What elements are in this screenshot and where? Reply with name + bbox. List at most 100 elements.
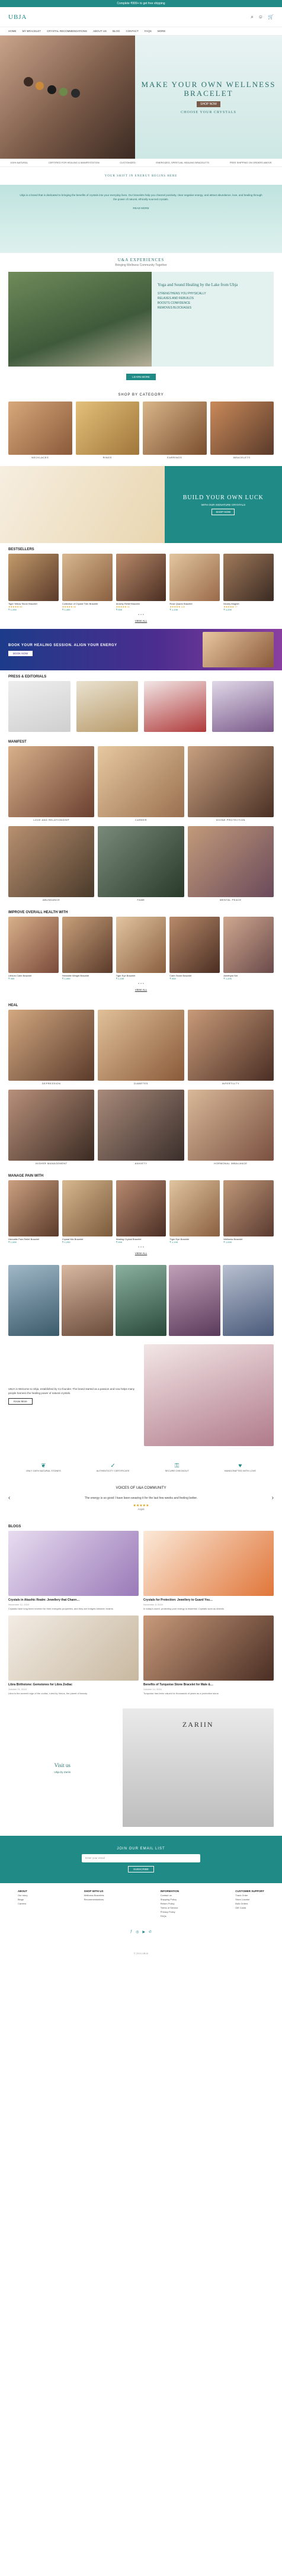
product-card[interactable]: Wellness Bracelet ₹ 1,099	[223, 1180, 274, 1244]
nav-about[interactable]: ABOUT US	[93, 30, 107, 33]
experience-photo	[8, 272, 152, 367]
footer-link[interactable]: Our story	[18, 1893, 27, 1897]
product-name: Tiger Eye Bracelet	[116, 974, 136, 977]
footer-link[interactable]: Recommendations	[84, 1897, 104, 1902]
category-label: NECKLACES	[31, 456, 49, 459]
footer-link[interactable]: Contact us	[161, 1893, 179, 1897]
account-icon[interactable]: ☺	[258, 14, 263, 20]
newsletter-subscribe-button[interactable]: SUBSCRIBE	[127, 1865, 154, 1872]
store-photo: ZARIIN	[122, 1708, 274, 1827]
nav-faqs[interactable]: FAQS	[145, 30, 152, 33]
nav-blog[interactable]: BLOG	[113, 30, 120, 33]
footer-link[interactable]: Blogs	[18, 1897, 27, 1902]
luck-banner: BUILD YOUR OWN LUCK WITH OUR SIGNATURE C…	[0, 466, 282, 543]
footer-link[interactable]: FAQs	[161, 1914, 179, 1918]
heal-card[interactable]: DIABETES	[98, 1010, 184, 1086]
product-card[interactable]: Crystal Mix Bracelet ₹ 1,299	[62, 1180, 113, 1244]
healing-book-button[interactable]: BOOK NOW	[8, 651, 33, 656]
blog-card[interactable]: Benefits of Turquoise Stone Bracelet for…	[143, 1615, 274, 1695]
carousel-dots[interactable]: • • •	[0, 980, 282, 988]
footer-link[interactable]: Terms of Service	[161, 1906, 179, 1910]
nav-contact[interactable]: CONTACT	[126, 30, 138, 33]
newsletter-email-input[interactable]: Enter your email	[82, 1854, 200, 1862]
product-card[interactable]: Hematite Weight Bracelet ₹ 1,099	[62, 917, 113, 980]
footer-link[interactable]: Privacy Policy	[161, 1910, 179, 1914]
manifest-card[interactable]: DIVINE PROTECTION	[187, 746, 274, 823]
product-card[interactable]: Lithium Calm Bracelet ₹ 999	[8, 917, 59, 980]
reel-card[interactable]	[169, 1265, 220, 1336]
heal-card[interactable]: HIGHER MANAGEMENT	[8, 1090, 95, 1166]
experience-learn-more-button[interactable]: LEARN MORE	[126, 374, 156, 380]
heal-card[interactable]: INFERTILITY	[187, 1010, 274, 1086]
announcement-text: Complete ₹999+ to get free shipping	[117, 2, 165, 5]
product-card[interactable]: Healing Crystal Bracelet ₹ 999	[116, 1180, 166, 1244]
nav-home[interactable]: HOME	[8, 30, 17, 33]
footer-link[interactable]: Gift Cards	[235, 1906, 264, 1910]
product-card[interactable]: Money Magnet ★★★★★ 77 ₹ 1,299	[223, 554, 274, 611]
nav-more[interactable]: MORE	[158, 30, 166, 33]
blog-card[interactable]: Crystals for Protection: Jewellery to Gu…	[143, 1531, 274, 1611]
product-card[interactable]: Tiger Eye Bracelet ₹ 1,199	[116, 917, 166, 980]
category-card[interactable]: RINGS	[75, 402, 139, 460]
manifest-label: CAREER	[135, 818, 147, 821]
founder-know-more-button[interactable]: Know More	[8, 1398, 33, 1405]
manage-view-all[interactable]: VIEW ALL	[135, 1252, 148, 1255]
brand-logo[interactable]: UBJA	[8, 14, 27, 21]
footer-link[interactable]: Careers	[18, 1902, 27, 1906]
manifest-card[interactable]: FAME	[98, 826, 184, 902]
manifest-card[interactable]: CAREER	[98, 746, 184, 823]
category-card[interactable]: NECKLACES	[8, 402, 72, 460]
press-cover[interactable]	[212, 681, 274, 732]
heal-card[interactable]: HORMONAL IMBALANCE	[187, 1090, 274, 1166]
facebook-icon[interactable]: ƒ	[130, 1930, 132, 1934]
product-card[interactable]: Collection of Crystal Tree Bracelet ★★★★★…	[62, 554, 113, 611]
product-card[interactable]: Calm Stone Bracelet ₹ 999	[169, 917, 220, 980]
reel-card[interactable]	[115, 1265, 167, 1336]
product-card[interactable]: Anxiety Relief Bracelet ★★★★★ 41 ₹ 999	[116, 554, 166, 611]
nav-crystal-recommendations[interactable]: CRYSTAL RECOMMENDATIONS	[47, 30, 87, 33]
reel-card[interactable]	[8, 1265, 60, 1336]
heal-card[interactable]: DEPRESSION	[8, 1010, 95, 1086]
about-read-more[interactable]: READ MORE	[133, 207, 149, 210]
footer-link[interactable]: Bulk Orders	[235, 1902, 264, 1906]
product-card[interactable]: Tiger Yellow Stone Bracelet ★★★★★ 98 ₹ 1,2…	[8, 554, 59, 611]
press-cover[interactable]	[144, 681, 206, 732]
product-card[interactable]: Hematite Pain Relief Bracelet ₹ 1,099	[8, 1180, 59, 1244]
footer-link[interactable]: Shipping Policy	[161, 1897, 179, 1902]
carousel-dots[interactable]: • • •	[0, 611, 282, 619]
blog-card[interactable]: Libra Birthstone: Gemstones for Libra Zo…	[8, 1615, 139, 1695]
certificate-icon: ✓	[110, 1463, 116, 1469]
blogs-title: BLOGS	[8, 1525, 21, 1528]
manifest-card[interactable]: LOVE AND RELATIONSHIP	[8, 746, 95, 823]
youtube-icon[interactable]: ▶	[142, 1930, 145, 1934]
footer-link[interactable]: Store Locator	[235, 1897, 264, 1902]
reel-card[interactable]	[62, 1265, 113, 1336]
manifest-card[interactable]: MENTAL PEACE	[187, 826, 274, 902]
footer-link[interactable]: Return Policy	[161, 1902, 179, 1906]
category-card[interactable]: EARRINGS	[143, 402, 207, 460]
carousel-dots[interactable]: • • •	[0, 1244, 282, 1252]
manifest-card[interactable]: ABUNDANCE	[8, 826, 95, 902]
blog-card[interactable]: Crystals in Akashic Realm: Jewellery tha…	[8, 1531, 139, 1611]
chevron-right-icon[interactable]: ›	[272, 1495, 274, 1501]
nav-my-bracelet[interactable]: MY BRACELET	[23, 30, 41, 33]
reel-card[interactable]	[222, 1265, 274, 1336]
heal-card[interactable]: ANXIETY	[98, 1090, 184, 1166]
category-card[interactable]: BRACELETS	[210, 402, 274, 460]
bestsellers-view-all[interactable]: VIEW ALL	[135, 619, 148, 622]
press-cover[interactable]	[8, 681, 70, 732]
search-icon[interactable]: ⌕	[251, 14, 253, 20]
footer-link[interactable]: Track Order	[235, 1893, 264, 1897]
cart-icon[interactable]: 🛒	[268, 14, 274, 20]
hero-shop-button[interactable]: SHOP NOW	[197, 101, 220, 107]
product-card[interactable]: Tiger Eye Bracelet ₹ 1,199	[169, 1180, 220, 1244]
whatsapp-icon[interactable]: ✆	[149, 1930, 152, 1934]
improve-view-all[interactable]: VIEW ALL	[135, 988, 148, 991]
product-card[interactable]: Rose Quartz Bracelet ★★★★★ 120 ₹ 1,199	[169, 554, 220, 611]
product-card[interactable]: Amethyst Set ₹ 1,299	[223, 917, 274, 980]
footer-link[interactable]: Wellness Bracelets	[84, 1893, 104, 1897]
press-cover[interactable]	[76, 681, 138, 732]
luck-shop-button[interactable]: SHOP NOW	[212, 508, 235, 515]
instagram-icon[interactable]: ◎	[136, 1930, 139, 1934]
chevron-left-icon[interactable]: ‹	[8, 1495, 10, 1501]
